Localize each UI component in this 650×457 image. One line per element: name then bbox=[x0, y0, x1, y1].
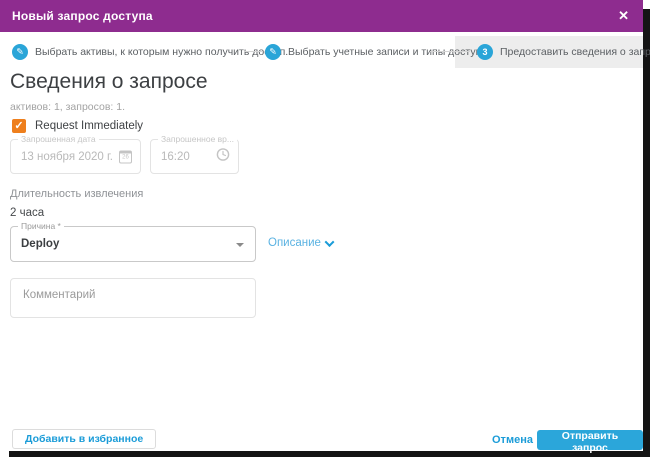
step-label: Предоставить сведения о запросе. bbox=[500, 46, 650, 58]
field-label: Запрошенное вр... bbox=[158, 134, 237, 144]
field-label: Запрошенная дата bbox=[18, 134, 99, 144]
calendar-icon[interactable]: 26 bbox=[119, 150, 132, 163]
chevron-down-icon bbox=[324, 236, 335, 247]
backdrop-shadow-right bbox=[643, 9, 650, 457]
add-to-favorites-button[interactable]: Добавить в избранное bbox=[12, 429, 157, 449]
requested-time-field[interactable]: Запрошенное вр... 16:20 bbox=[150, 134, 239, 174]
step-label: Выбрать активы, к которым нужно получить… bbox=[35, 46, 289, 58]
comment-input[interactable] bbox=[10, 278, 256, 318]
dropdown-caret-icon bbox=[236, 243, 244, 247]
description-link-label: Описание bbox=[268, 237, 321, 249]
request-summary: активов: 1, запросов: 1. bbox=[10, 101, 126, 113]
submit-request-button[interactable]: Отправить запрос bbox=[537, 430, 643, 454]
step-number-badge: 3 bbox=[477, 44, 493, 60]
new-access-request-modal: Новый запрос доступа ✕ ✎ Выбрать активы,… bbox=[0, 0, 650, 454]
reason-value: Deploy bbox=[21, 238, 60, 250]
modal-title: Новый запрос доступа bbox=[12, 9, 153, 23]
requested-date-field[interactable]: Запрошенная дата 13 ноября 2020 г. 26 bbox=[10, 134, 141, 174]
requested-time-value: 16:20 bbox=[161, 150, 190, 163]
backdrop-shadow-bottom bbox=[9, 451, 650, 457]
checkbox-checked-icon: ✓ bbox=[12, 119, 26, 133]
duration-value: 2 часа bbox=[10, 207, 45, 219]
reason-select[interactable]: Причина * Deploy bbox=[10, 221, 256, 262]
step-select-assets[interactable]: ✎ Выбрать активы, к которым нужно получи… bbox=[12, 36, 288, 68]
description-toggle[interactable]: Описание bbox=[268, 236, 335, 249]
requested-date-value: 13 ноября 2020 г. bbox=[21, 150, 113, 163]
step-label: Выбрать учетные записи и типы доступа. bbox=[288, 46, 491, 58]
step-request-details[interactable]: 3 Предоставить сведения о запросе. bbox=[477, 36, 650, 68]
cancel-button[interactable]: Отмена bbox=[492, 434, 533, 446]
step-connector bbox=[244, 51, 262, 52]
step-select-accounts[interactable]: ✎ Выбрать учетные записи и типы доступа. bbox=[265, 36, 490, 68]
duration-label: Длительность извлечения bbox=[10, 188, 144, 200]
checkbox-label: Request Immediately bbox=[35, 120, 144, 132]
step-connector bbox=[430, 51, 470, 52]
modal-header: Новый запрос доступа ✕ bbox=[0, 0, 643, 32]
close-icon[interactable]: ✕ bbox=[618, 0, 629, 32]
edit-icon: ✎ bbox=[265, 44, 281, 60]
edit-icon: ✎ bbox=[12, 44, 28, 60]
clock-icon[interactable] bbox=[216, 147, 230, 166]
field-label: Причина * bbox=[18, 221, 64, 231]
page-title: Сведения о запросе bbox=[10, 70, 208, 93]
request-immediately-checkbox[interactable]: ✓ Request Immediately bbox=[12, 119, 143, 133]
